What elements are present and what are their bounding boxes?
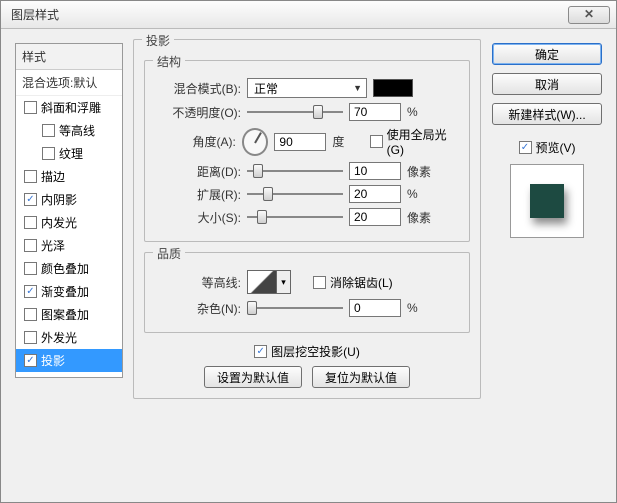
structure-group-title: 结构 — [153, 53, 185, 70]
cancel-button[interactable]: 取消 — [492, 73, 602, 95]
style-item-9[interactable]: 图案叠加 — [16, 303, 122, 326]
contour-picker[interactable]: ▾ — [247, 270, 291, 294]
new-style-button[interactable]: 新建样式(W)... — [492, 103, 602, 125]
style-checkbox[interactable] — [24, 170, 37, 183]
style-checkbox[interactable] — [24, 308, 37, 321]
close-button[interactable]: ✕ — [568, 6, 610, 24]
spread-slider[interactable] — [247, 186, 343, 202]
style-item-4[interactable]: 内阴影 — [16, 188, 122, 211]
style-item-3[interactable]: 描边 — [16, 165, 122, 188]
style-label: 内阴影 — [41, 191, 77, 208]
style-checkbox[interactable] — [24, 354, 37, 367]
blending-options-row[interactable]: 混合选项:默认 — [16, 70, 122, 96]
opacity-label: 不透明度(O): — [155, 104, 241, 121]
style-checkbox[interactable] — [24, 285, 37, 298]
styles-header: 样式 — [16, 44, 122, 70]
style-label: 内发光 — [41, 214, 77, 231]
window-title: 图层样式 — [11, 6, 59, 23]
distance-unit: 像素 — [407, 163, 441, 180]
styles-panel: 样式 混合选项:默认 斜面和浮雕等高线纹理描边内阴影内发光光泽颜色叠加渐变叠加图… — [15, 43, 123, 378]
style-checkbox[interactable] — [42, 124, 55, 137]
effect-title: 投影 — [142, 32, 174, 49]
angle-input[interactable] — [274, 133, 326, 151]
opacity-unit: % — [407, 105, 441, 119]
style-item-5[interactable]: 内发光 — [16, 211, 122, 234]
style-label: 渐变叠加 — [41, 283, 89, 300]
angle-dial[interactable] — [242, 128, 269, 156]
preview-thumbnail — [510, 164, 584, 238]
style-checkbox[interactable] — [24, 193, 37, 206]
ok-button[interactable]: 确定 — [492, 43, 602, 65]
style-label: 颜色叠加 — [41, 260, 89, 277]
noise-input[interactable] — [349, 299, 401, 317]
size-input[interactable] — [349, 208, 401, 226]
style-checkbox[interactable] — [24, 216, 37, 229]
spread-input[interactable] — [349, 185, 401, 203]
style-checkbox[interactable] — [24, 262, 37, 275]
style-label: 纹理 — [59, 145, 83, 162]
distance-label: 距离(D): — [155, 163, 241, 180]
size-slider[interactable] — [247, 209, 343, 225]
style-checkbox[interactable] — [24, 331, 37, 344]
style-item-6[interactable]: 光泽 — [16, 234, 122, 257]
size-label: 大小(S): — [155, 209, 241, 226]
quality-group-title: 品质 — [153, 245, 185, 262]
layer-style-dialog: 图层样式 ✕ 样式 混合选项:默认 斜面和浮雕等高线纹理描边内阴影内发光光泽颜色… — [0, 0, 617, 503]
style-label: 外发光 — [41, 329, 77, 346]
blend-mode-label: 混合模式(B): — [155, 80, 241, 97]
style-item-2[interactable]: 纹理 — [16, 142, 122, 165]
noise-label: 杂色(N): — [155, 300, 241, 317]
contour-label: 等高线: — [155, 274, 241, 291]
make-default-button[interactable]: 设置为默认值 — [204, 366, 302, 388]
style-label: 斜面和浮雕 — [41, 99, 101, 116]
angle-unit: 度 — [332, 133, 364, 150]
preview-checkbox[interactable]: 预览(V) — [519, 139, 576, 156]
antialias-checkbox[interactable]: 消除锯齿(L) — [313, 274, 393, 291]
style-item-11[interactable]: 投影 — [16, 349, 122, 372]
chevron-down-icon: ▼ — [353, 83, 362, 93]
noise-unit: % — [407, 301, 441, 315]
style-item-8[interactable]: 渐变叠加 — [16, 280, 122, 303]
distance-input[interactable] — [349, 162, 401, 180]
noise-slider[interactable] — [247, 300, 343, 316]
style-checkbox[interactable] — [24, 101, 37, 114]
opacity-slider[interactable] — [247, 104, 343, 120]
knockout-checkbox[interactable]: 图层挖空投影(U) — [254, 343, 360, 360]
style-checkbox[interactable] — [24, 239, 37, 252]
blend-mode-combo[interactable]: 正常 ▼ — [247, 78, 367, 98]
style-label: 描边 — [41, 168, 65, 185]
dialog-buttons: 确定 取消 新建样式(W)... 预览(V) — [492, 43, 602, 238]
angle-label: 角度(A): — [155, 133, 236, 150]
size-unit: 像素 — [407, 209, 441, 226]
style-item-1[interactable]: 等高线 — [16, 119, 122, 142]
distance-slider[interactable] — [247, 163, 343, 179]
titlebar: 图层样式 ✕ — [1, 1, 616, 29]
opacity-input[interactable] — [349, 103, 401, 121]
reset-default-button[interactable]: 复位为默认值 — [312, 366, 410, 388]
style-label: 光泽 — [41, 237, 65, 254]
style-label: 图案叠加 — [41, 306, 89, 323]
style-item-0[interactable]: 斜面和浮雕 — [16, 96, 122, 119]
chevron-down-icon: ▾ — [277, 270, 291, 294]
style-label: 投影 — [41, 352, 65, 369]
style-checkbox[interactable] — [42, 147, 55, 160]
style-item-7[interactable]: 颜色叠加 — [16, 257, 122, 280]
global-light-checkbox[interactable]: 使用全局光(G) — [370, 126, 459, 157]
spread-label: 扩展(R): — [155, 186, 241, 203]
shadow-color-swatch[interactable] — [373, 79, 413, 97]
effect-settings: 投影 结构 混合模式(B): 正常 ▼ 不透明度(O): — [133, 39, 481, 419]
spread-unit: % — [407, 187, 441, 201]
style-label: 等高线 — [59, 122, 95, 139]
style-item-10[interactable]: 外发光 — [16, 326, 122, 349]
